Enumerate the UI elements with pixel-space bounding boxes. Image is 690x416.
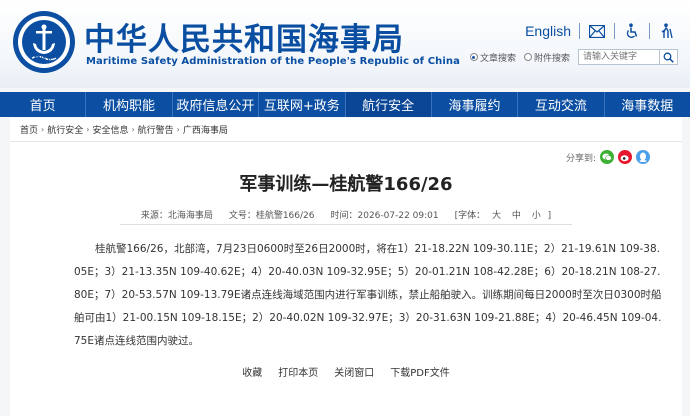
radio-label: 文章搜索 <box>479 53 516 64</box>
english-link[interactable]: English <box>525 23 571 39</box>
elder-mode-icon[interactable] <box>658 22 676 40</box>
breadcrumb-item[interactable]: 广西海事局 <box>183 123 228 136</box>
article-body: 桂航警166/26，北部湾，7月23日0600时至26日2000时，将在1）21… <box>74 243 662 347</box>
search-bar: 文章搜索 附件搜索 <box>469 49 678 65</box>
article-panel: 分享到: 军事训练—桂航警166/26 来源：北海海事局 文号：桂航警166/2… <box>10 142 682 416</box>
wechat-icon[interactable] <box>600 150 615 164</box>
search-button[interactable] <box>660 49 678 65</box>
main-nav: 首页 机构职能 政府信息公开 互联网+政务 航行安全 海事履约 互动交流 海事数… <box>0 92 690 117</box>
font-size-switcher: [字体： 大 中 小 ] <box>455 208 552 221</box>
search-icon <box>663 52 674 63</box>
weibo-icon[interactable] <box>618 150 633 164</box>
font-size-large[interactable]: 大 <box>492 211 501 221</box>
article-actions: 收藏 打印本页 关闭窗口 下载PDF文件 <box>10 364 682 379</box>
accessibility-icon[interactable] <box>623 22 641 40</box>
font-size-small[interactable]: 小 <box>532 211 541 221</box>
chevron-right-icon: › <box>131 125 135 134</box>
china-msa-logo[interactable]: CHINA MSA <box>12 10 76 74</box>
qq-icon[interactable] <box>636 150 651 164</box>
chevron-right-icon: › <box>176 125 180 134</box>
chevron-right-icon: › <box>41 125 45 134</box>
site-subtitle: Maritime Safety Administration of the Pe… <box>86 56 460 67</box>
font-size-label: [字体： <box>454 211 486 221</box>
radio-attachment-search[interactable]: 附件搜索 <box>523 51 570 64</box>
divider <box>649 23 650 39</box>
top-links: English <box>525 22 676 40</box>
share-bar: 分享到: <box>566 150 651 164</box>
search-input[interactable] <box>578 49 660 65</box>
close-window-button[interactable]: 关闭窗口 <box>334 364 374 379</box>
radio-article-search[interactable]: 文章搜索 <box>469 51 516 64</box>
print-button[interactable]: 打印本页 <box>278 364 318 379</box>
nav-data[interactable]: 海事数据 <box>605 92 690 117</box>
nav-home[interactable]: 首页 <box>0 92 87 117</box>
meta-time: 时间：2026-07-22 09:01 <box>330 211 439 221</box>
nav-gov-info[interactable]: 政府信息公开 <box>173 92 260 117</box>
breadcrumb-item[interactable]: 安全信息 <box>92 123 128 136</box>
download-pdf-button[interactable]: 下载PDF文件 <box>390 364 449 379</box>
nav-internet-gov[interactable]: 互联网+政务 <box>259 92 346 117</box>
divider <box>120 224 572 225</box>
article-title: 军事训练—桂航警166/26 <box>239 174 453 195</box>
nav-functions[interactable]: 机构职能 <box>86 92 173 117</box>
radio-dot <box>523 53 532 61</box>
font-size-medium[interactable]: 中 <box>512 211 521 221</box>
divider <box>579 23 580 39</box>
mail-icon[interactable] <box>588 22 606 40</box>
chevron-right-icon: › <box>86 125 90 134</box>
meta-doc-number: 文号：桂航警166/26 <box>228 211 315 221</box>
breadcrumb-item[interactable]: 首页 <box>20 123 38 136</box>
site-title: 中华人民共和国海事局 <box>84 22 404 58</box>
breadcrumb-item[interactable]: 航行警告 <box>138 123 174 136</box>
share-label: 分享到: <box>566 153 597 164</box>
breadcrumb: 首页 › 航行安全 › 安全信息 › 航行警告 › 广西海事局 <box>10 118 682 142</box>
radio-label: 附件搜索 <box>533 53 570 64</box>
font-size-close: ] <box>547 211 552 221</box>
nav-compliance[interactable]: 海事履约 <box>432 92 519 117</box>
nav-navigation-safety[interactable]: 航行安全 <box>345 92 432 117</box>
breadcrumb-item[interactable]: 航行安全 <box>47 123 83 136</box>
meta-source: 来源：北海海事局 <box>140 211 213 221</box>
site-header: CHINA MSA 中华人民共和国海事局 Maritime Safety Adm… <box>0 0 690 88</box>
radio-dot <box>469 53 478 61</box>
article-meta: 来源：北海海事局 文号：桂航警166/26 时间：2026-07-22 09:0… <box>10 208 682 221</box>
nav-interaction[interactable]: 互动交流 <box>518 92 605 117</box>
favorite-button[interactable]: 收藏 <box>242 364 262 379</box>
divider <box>614 23 615 39</box>
